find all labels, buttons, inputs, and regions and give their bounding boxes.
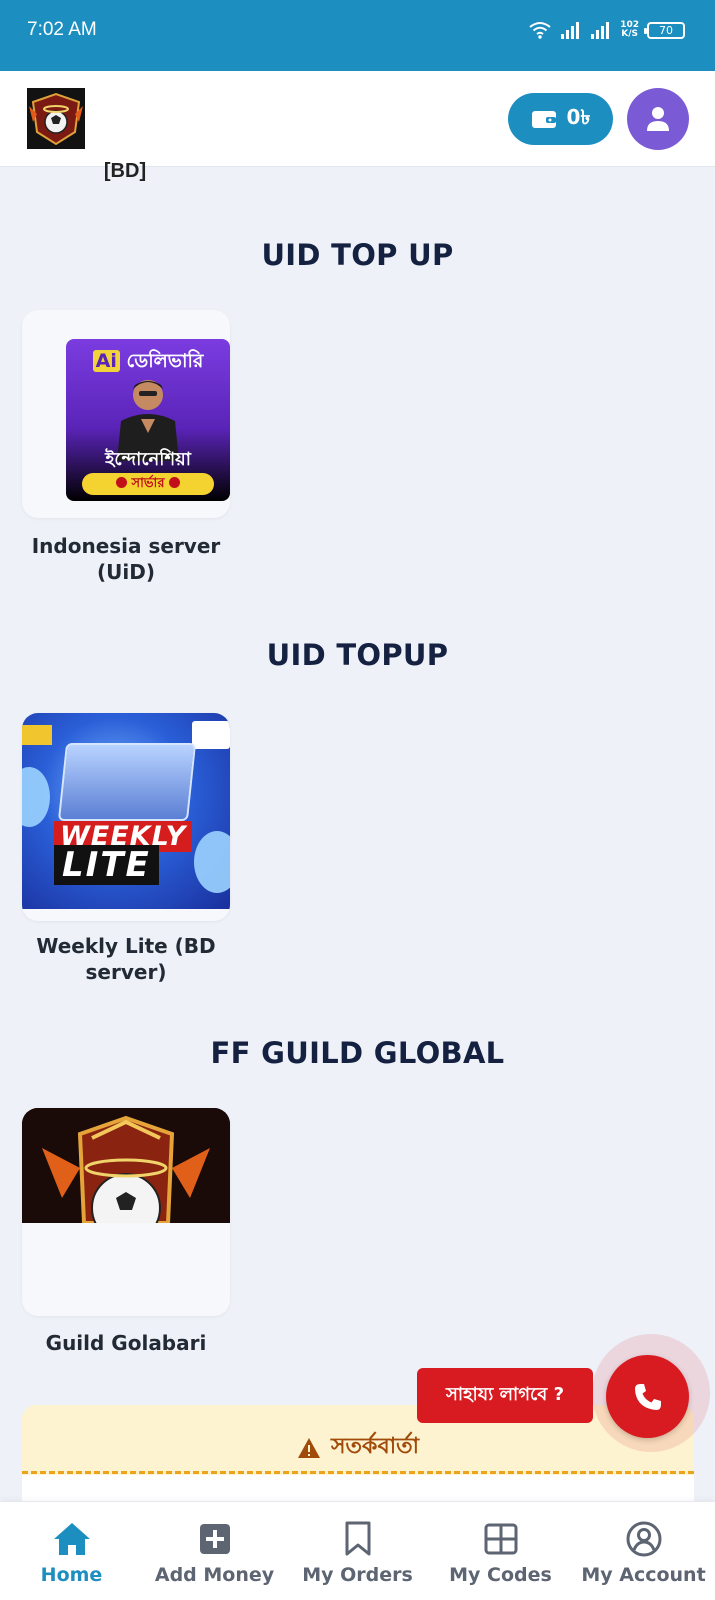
product-card-indonesia-server[interactable]: Ai ডেলিভারি ইন্দোনেশিয়া সার্ভার [22, 310, 230, 518]
product-name[interactable]: Indonesia server (UiD) [20, 533, 232, 585]
nav-add-money[interactable]: Add Money [143, 1502, 286, 1600]
nav-label: Add Money [154, 1564, 275, 1586]
app-logo[interactable] [27, 88, 85, 149]
help-bubble[interactable]: সাহায্য লাগবে ? [417, 1368, 593, 1423]
call-button[interactable] [606, 1355, 689, 1438]
nav-label: My Account [581, 1564, 706, 1586]
signal-icon [591, 22, 610, 39]
bottom-navigation: Home Add Money My Orders My Codes My Acc… [0, 1501, 715, 1600]
product-label-partial: [BD] [103, 160, 147, 182]
wallet-balance: 0৳ [566, 104, 591, 129]
app-header: 0৳ [0, 71, 715, 167]
notice-divider [22, 1471, 694, 1474]
nav-label: My Codes [449, 1564, 552, 1586]
notice-title: সতর্কবার্তা [331, 1434, 419, 1459]
nav-my-account[interactable]: My Account [572, 1502, 715, 1600]
nav-my-orders[interactable]: My Orders [286, 1502, 429, 1600]
home-icon [53, 1523, 90, 1555]
nav-home[interactable]: Home [0, 1502, 143, 1600]
wallet-button[interactable]: 0৳ [508, 93, 613, 145]
section-title: UID TOP UP [261, 238, 454, 272]
nav-label: My Orders [302, 1564, 413, 1586]
product-thumbnail: WEEKLY LITE [22, 713, 230, 909]
product-name[interactable]: Weekly Lite (BD server) [20, 933, 232, 985]
product-name[interactable]: Guild Golabari [20, 1330, 232, 1356]
wifi-icon [529, 22, 551, 39]
system-indicators: 102 K/S 70 [528, 20, 685, 40]
product-card-weekly-lite[interactable]: WEEKLY LITE [22, 713, 230, 921]
warning-notice: সতর্কবার্তা [22, 1405, 694, 1505]
warning-icon [298, 1437, 321, 1458]
user-circle-icon [626, 1521, 661, 1557]
plus-square-icon [199, 1524, 230, 1554]
section-title: UID TOPUP [266, 638, 449, 672]
network-speed: 102 K/S [620, 20, 639, 39]
nav-label: Home [40, 1564, 103, 1586]
profile-avatar-button[interactable] [627, 88, 689, 150]
product-thumbnail [22, 1108, 230, 1223]
product-card-guild-golabari[interactable] [22, 1108, 230, 1316]
user-icon [647, 107, 669, 131]
nav-my-codes[interactable]: My Codes [429, 1502, 572, 1600]
battery-icon: 70 [644, 21, 685, 39]
signal-icon [561, 22, 580, 39]
grid-icon [484, 1523, 517, 1555]
status-bar: 7:02 AM 102 K/S 70 [0, 0, 715, 71]
wallet-icon [531, 111, 556, 128]
status-time: 7:02 AM [27, 19, 97, 40]
bookmark-icon [345, 1521, 370, 1556]
section-title: FF GUILD GLOBAL [210, 1036, 505, 1070]
phone-icon [634, 1383, 661, 1410]
product-thumbnail: Ai ডেলিভারি ইন্দোনেশিয়া সার্ভার [66, 339, 230, 501]
